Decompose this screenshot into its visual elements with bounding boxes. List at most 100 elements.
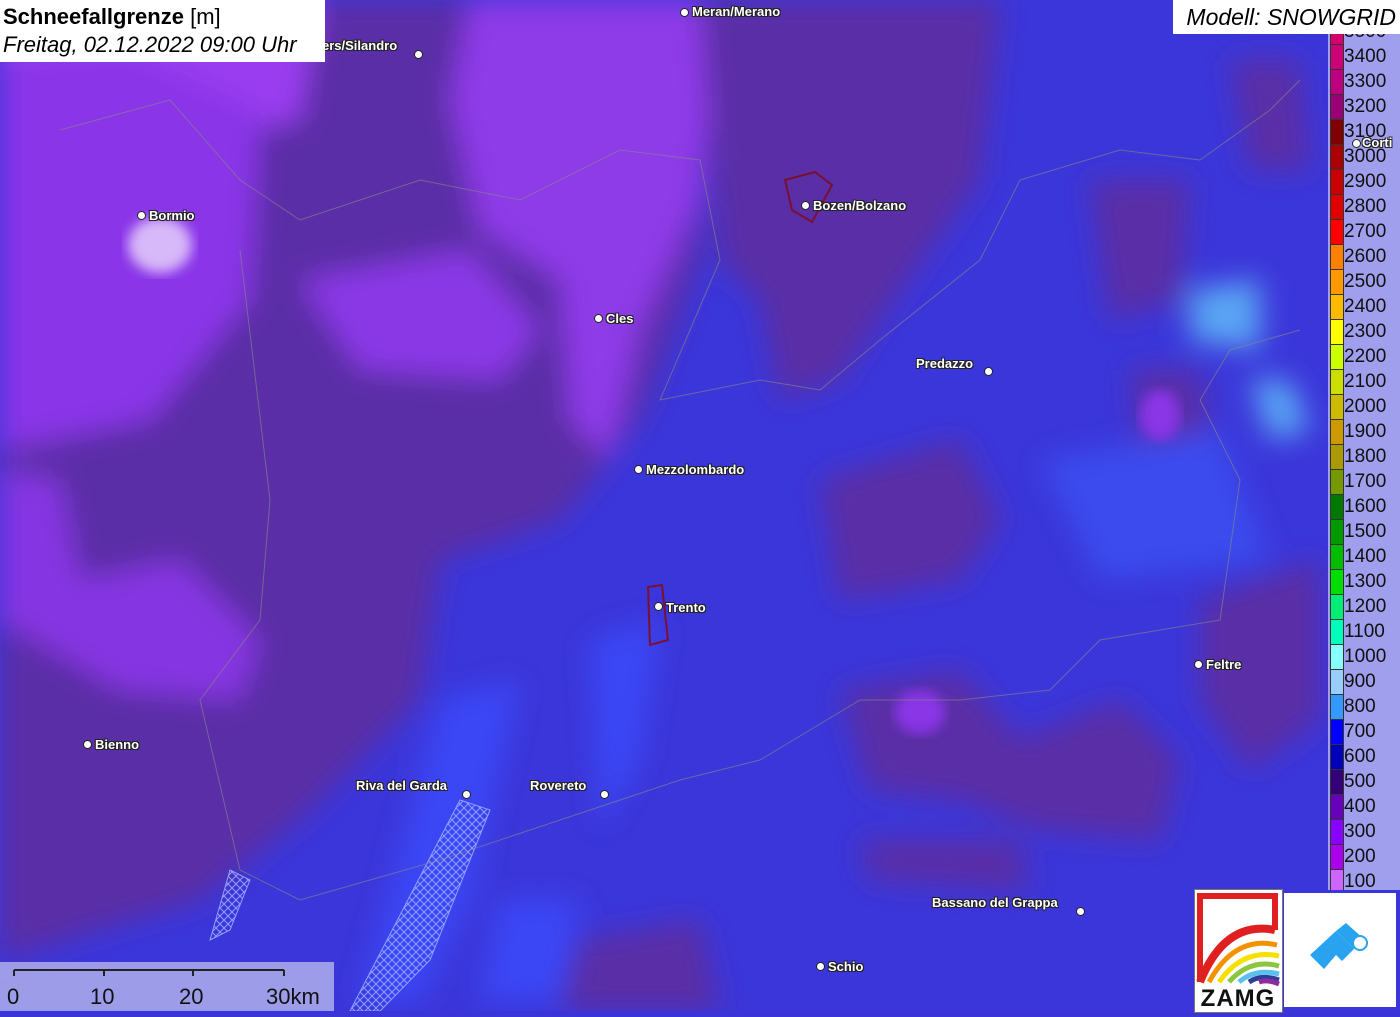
legend-swatch <box>1330 369 1344 395</box>
legend-label: 100 <box>1344 871 1376 890</box>
city-dot <box>984 367 993 376</box>
legend-swatch <box>1330 769 1344 795</box>
legend-swatch <box>1330 644 1344 670</box>
city-dot <box>1194 660 1203 669</box>
legend-label: 3300 <box>1344 71 1387 92</box>
zamg-logo-text: ZAMG <box>1201 985 1276 1012</box>
legend-swatch <box>1330 169 1344 195</box>
legend-swatch <box>1330 694 1344 720</box>
legend-label: 400 <box>1344 796 1376 817</box>
legend-swatch <box>1330 669 1344 695</box>
scale-bar: 0 10 20 30km <box>0 962 334 1011</box>
legend-swatch <box>1330 744 1344 770</box>
legend-swatch <box>1330 544 1344 570</box>
legend-swatch <box>1330 444 1344 470</box>
city-dot <box>1352 139 1361 148</box>
city-dot <box>801 201 810 210</box>
legend-label: 1300 <box>1344 571 1387 592</box>
city-dot <box>414 50 423 59</box>
legend-label: 2500 <box>1344 271 1387 292</box>
legend-swatch <box>1330 719 1344 745</box>
legend-label: 200 <box>1344 846 1376 867</box>
legend-swatch <box>1330 69 1344 95</box>
legend-swatch <box>1330 144 1344 170</box>
legend-swatch <box>1330 794 1344 820</box>
legend-label: 2400 <box>1344 296 1387 317</box>
zamg-logo[interactable]: ZAMG <box>1194 889 1283 1013</box>
city-label-trento: Trento <box>666 600 706 615</box>
city-dot <box>680 8 689 17</box>
legend-swatch <box>1330 569 1344 595</box>
city-label-cles: Cles <box>606 311 634 326</box>
legend-swatch <box>1330 494 1344 520</box>
legend-label: 1600 <box>1344 496 1387 517</box>
legend-swatch <box>1330 244 1344 270</box>
legend-swatch <box>1330 344 1344 370</box>
scale-label-30km: 30km <box>266 984 320 1009</box>
city-label-bozen: Bozen/Bolzano <box>813 198 907 213</box>
legend-label: 300 <box>1344 821 1376 842</box>
legend-swatch <box>1330 419 1344 445</box>
scale-label-20: 20 <box>179 984 204 1009</box>
legend-label: 2900 <box>1344 171 1387 192</box>
legend-label: 600 <box>1344 746 1376 767</box>
city-dot <box>1076 907 1085 916</box>
city-label-silandro: ers/Silandro <box>322 38 398 53</box>
city-label-bassano: Bassano del Grappa <box>932 895 1058 910</box>
legend-label: 3500 <box>1344 34 1386 43</box>
city-label-meran: Meran/Merano <box>692 4 781 19</box>
legend-swatch <box>1330 519 1344 545</box>
legend-label: 1400 <box>1344 546 1387 567</box>
color-legend: 3500340033003200310030002900280027002600… <box>1328 34 1400 890</box>
legend-swatch <box>1330 319 1344 345</box>
city-label-schio: Schio <box>828 959 864 974</box>
legend-label: 1800 <box>1344 446 1387 467</box>
map-unit: [m] <box>190 4 221 29</box>
legend-label: 2600 <box>1344 246 1387 267</box>
city-dot <box>594 314 603 323</box>
city-dot <box>462 790 471 799</box>
legend-label: 2700 <box>1344 221 1387 242</box>
legend-label: 2200 <box>1344 346 1387 367</box>
legend-swatch <box>1330 44 1344 70</box>
legend-label: 900 <box>1344 671 1376 692</box>
legend-swatch <box>1330 119 1344 145</box>
legend-swatch <box>1330 594 1344 620</box>
legend-label: 1100 <box>1344 621 1385 642</box>
model-label: Modell: SNOWGRID <box>1173 0 1400 34</box>
legend-label: 1200 <box>1344 596 1387 617</box>
legend-swatch <box>1330 869 1344 890</box>
map-title-box: Schneefallgrenze [m] Freitag, 02.12.2022… <box>0 0 325 62</box>
legend-swatch <box>1330 219 1344 245</box>
legend-label: 1500 <box>1344 521 1387 542</box>
city-label-mezzolombardo: Mezzolombardo <box>646 462 745 477</box>
city-label-predazzo: Predazzo <box>916 356 974 371</box>
legend-swatch <box>1330 844 1344 870</box>
legend-label: 1700 <box>1344 471 1387 492</box>
city-label-riva: Riva del Garda <box>356 778 448 793</box>
legend-swatch <box>1330 394 1344 420</box>
map-title: Schneefallgrenze <box>3 4 184 29</box>
legend-swatch <box>1330 469 1344 495</box>
city-label-bormio: Bormio <box>149 208 195 223</box>
legend-label: 700 <box>1344 721 1376 742</box>
city-dot <box>634 465 643 474</box>
city-label-cortina: Corti <box>1362 135 1393 150</box>
snowfall-line-map[interactable] <box>0 0 1400 1011</box>
city-label-rovereto: Rovereto <box>530 778 587 793</box>
scale-label-10: 10 <box>90 984 115 1009</box>
snowgrid-logo[interactable] <box>1284 893 1396 1007</box>
scale-label-0: 0 <box>7 984 20 1009</box>
legend-label: 3400 <box>1344 46 1387 67</box>
legend-label: 2100 <box>1344 371 1387 392</box>
legend-label: 2300 <box>1344 321 1387 342</box>
legend-swatch <box>1330 294 1344 320</box>
city-dot <box>654 602 663 611</box>
city-dot <box>816 962 825 971</box>
legend-label: 500 <box>1344 771 1376 792</box>
city-dot <box>137 211 146 220</box>
legend-swatch <box>1330 194 1344 220</box>
legend-swatch <box>1330 619 1344 645</box>
city-dot <box>83 740 92 749</box>
legend-label: 1000 <box>1344 646 1387 667</box>
